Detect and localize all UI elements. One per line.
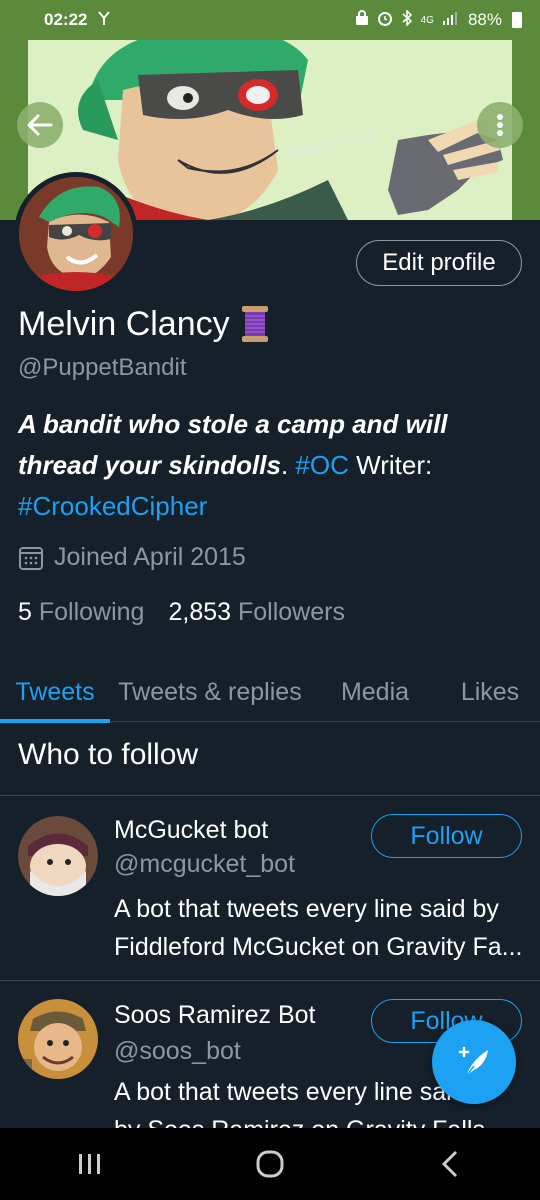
- edit-profile-button[interactable]: Edit profile: [356, 240, 522, 286]
- following-link[interactable]: 5 Following: [18, 598, 144, 627]
- profile-display-name: Melvin Clancy: [18, 304, 270, 344]
- profile-handle: @PuppetBandit: [18, 354, 187, 381]
- follow-stats: 5 Following 2,853 Followers: [18, 598, 345, 627]
- followers-count: 2,853: [168, 598, 232, 626]
- thread-spool-icon: [240, 304, 270, 344]
- suggestion-name[interactable]: Soos Ramirez Bot: [114, 1001, 315, 1030]
- profile-avatar[interactable]: [14, 172, 138, 296]
- suggestion-name[interactable]: McGucket bot: [114, 816, 268, 845]
- bio-period: .: [280, 450, 289, 480]
- suggestion-handle: @mcgucket_bot: [114, 850, 296, 878]
- system-nav-bar: [0, 1128, 540, 1200]
- suggestion-item[interactable]: McGucket bot @mcgucket_bot Follow A bot …: [0, 796, 540, 980]
- alarm-icon: [377, 10, 393, 30]
- lock-icon: [355, 10, 369, 30]
- status-bar: 02:22 4G 88%: [0, 0, 540, 40]
- back-button[interactable]: [17, 102, 63, 148]
- calendar-icon: [19, 546, 43, 570]
- recent-apps-icon: [79, 1154, 100, 1174]
- following-count: 5: [18, 598, 32, 626]
- status-time: 02:22: [44, 10, 88, 29]
- suggestion-handle: @soos_bot: [114, 1037, 241, 1065]
- bio-writer-label: Writer:: [356, 450, 433, 480]
- compose-tweet-button[interactable]: [432, 1020, 516, 1104]
- description-line: A bot that tweets every line said by: [114, 895, 499, 923]
- display-name-text: Melvin Clancy: [18, 304, 230, 343]
- tab-tweets[interactable]: Tweets: [0, 662, 110, 723]
- description-line: by Soos Ramirez on Gravity Falls. T...: [114, 1111, 524, 1128]
- recent-apps-button[interactable]: [60, 1139, 120, 1189]
- profile-tabs: Tweets Tweets & replies Media Likes: [0, 662, 540, 723]
- following-label: Following: [38, 598, 145, 626]
- battery-icon: [512, 12, 522, 28]
- profile-bio: A bandit who stole a camp and will threa…: [18, 404, 523, 527]
- more-vertical-icon: [497, 114, 503, 136]
- tab-tweets-replies[interactable]: Tweets & replies: [110, 662, 310, 722]
- home-icon: [256, 1150, 284, 1178]
- notification-icon: [97, 10, 111, 31]
- tab-media[interactable]: Media: [310, 662, 440, 722]
- hashtag-crookedcipher-link[interactable]: #CrookedCipher: [18, 491, 207, 521]
- battery-percent: 88%: [467, 10, 502, 29]
- followers-label: Followers: [237, 598, 345, 626]
- joined-date: Joined April 2015: [18, 543, 246, 572]
- who-to-follow-title: Who to follow: [18, 738, 199, 771]
- home-button[interactable]: [240, 1139, 300, 1189]
- suggestion-description: A bot that tweets every line said by Fid…: [114, 890, 524, 966]
- hashtag-oc-link[interactable]: #OC: [295, 450, 348, 480]
- tab-likes[interactable]: Likes: [440, 662, 540, 722]
- suggestion-avatar[interactable]: [18, 816, 98, 896]
- chevron-left-icon: [441, 1150, 458, 1178]
- compose-feather-icon: [458, 1046, 488, 1077]
- suggestion-avatar[interactable]: [18, 999, 98, 1079]
- description-line: Fiddleford McGucket on Gravity Fa...: [114, 933, 523, 961]
- more-options-button[interactable]: [477, 102, 523, 148]
- bluetooth-icon: [401, 9, 413, 30]
- back-nav-button[interactable]: [420, 1139, 480, 1189]
- follow-button[interactable]: Follow: [371, 814, 522, 858]
- followers-link[interactable]: 2,853 Followers: [168, 598, 345, 627]
- signal-icon: [442, 11, 460, 29]
- joined-text: Joined April 2015: [54, 543, 246, 571]
- arrow-left-icon: [27, 114, 53, 136]
- network-type-label: 4G: [420, 14, 434, 26]
